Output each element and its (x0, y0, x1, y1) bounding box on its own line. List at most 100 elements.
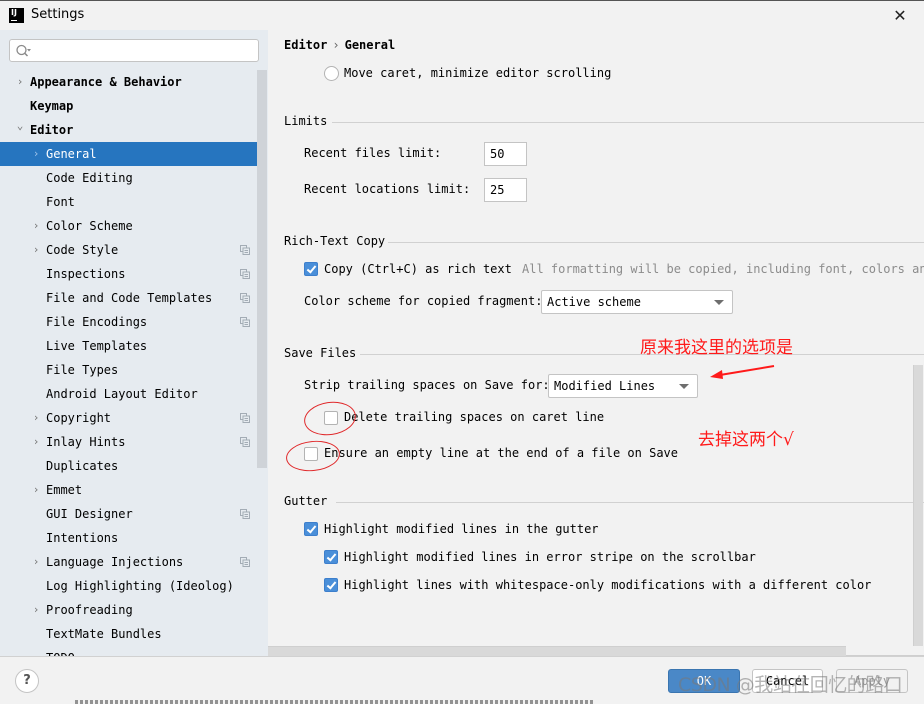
sidebar-item-log-highlighting-ideolog[interactable]: Log Highlighting (Ideolog) (0, 574, 268, 598)
search-input[interactable] (36, 42, 254, 59)
chevron-right-icon[interactable]: › (14, 70, 26, 94)
sidebar-item-label: GUI Designer (46, 507, 133, 521)
sidebar-item-todo[interactable]: TODO (0, 646, 268, 656)
sidebar-item-file-and-code-templates[interactable]: File and Code Templates (0, 286, 268, 310)
sidebar-item-gui-designer[interactable]: GUI Designer (0, 502, 268, 526)
chevron-right-icon[interactable]: › (30, 550, 42, 574)
chevron-right-icon[interactable]: › (30, 214, 42, 238)
sidebar-item-general[interactable]: › General (0, 142, 268, 166)
search-field[interactable] (9, 39, 259, 62)
move-caret-label[interactable]: Move caret, minimize editor scrolling (344, 66, 611, 80)
sidebar-item-label: Copyright (46, 411, 112, 425)
help-button[interactable]: ? (15, 669, 39, 693)
sidebar-item-label: Code Style (46, 243, 119, 257)
breadcrumb: Editor › General (284, 38, 395, 52)
sidebar-item-label: Inspections (46, 267, 126, 281)
chevron-down-icon[interactable]: ⌄ (14, 114, 26, 138)
project-level-settings-icon (240, 269, 250, 279)
sidebar-item-label: Proofreading (46, 603, 133, 617)
breadcrumb-separator-icon: › (332, 38, 340, 52)
sidebar-item-emmet[interactable]: › Emmet (0, 478, 268, 502)
chevron-right-icon[interactable]: › (30, 478, 42, 502)
chevron-down-icon (714, 300, 724, 305)
recent-locations-input[interactable]: 25 (484, 178, 527, 202)
copy-rich-text-checkbox[interactable] (304, 262, 318, 276)
content-horizontal-scrollbar-thumb[interactable] (268, 646, 846, 656)
color-scheme-dropdown[interactable]: Active scheme (541, 290, 733, 314)
sidebar-item-label: Font (46, 195, 75, 209)
highlight-stripe-label[interactable]: Highlight modified lines in error stripe… (344, 550, 756, 564)
sidebar-item-label: File Encodings (46, 315, 148, 329)
sidebar-item-label: Editor (30, 123, 74, 137)
search-icon (16, 44, 31, 57)
content-vertical-scrollbar[interactable] (913, 365, 923, 656)
project-level-settings-icon (240, 413, 250, 423)
chevron-right-icon[interactable]: › (30, 430, 42, 454)
project-level-settings-icon (240, 293, 250, 303)
sidebar-item-label: Android Layout Editor (46, 387, 198, 401)
chevron-right-icon[interactable]: › (30, 598, 42, 622)
sidebar-item-live-templates[interactable]: Live Templates (0, 334, 268, 358)
sidebar-item-keymap[interactable]: Keymap (0, 94, 268, 118)
sidebar-item-inlay-hints[interactable]: › Inlay Hints (0, 430, 268, 454)
sidebar-item-label: File and Code Templates (46, 291, 213, 305)
breadcrumb-parent[interactable]: Editor (284, 38, 327, 52)
sidebar-item-label: General (46, 147, 97, 161)
highlight-whitespace-checkbox[interactable] (324, 578, 338, 592)
close-icon: ✕ (893, 6, 907, 25)
sidebar-item-label: Log Highlighting (Ideolog) (46, 579, 234, 593)
watermark: CSDN @我站在回忆的路口 (678, 674, 903, 696)
highlight-gutter-checkbox[interactable] (304, 522, 318, 536)
recent-locations-label: Recent locations limit: (304, 182, 471, 196)
gutter-section-title: Gutter (284, 494, 328, 508)
sidebar-item-file-encodings[interactable]: File Encodings (0, 310, 268, 334)
highlight-whitespace-label[interactable]: Highlight lines with whitespace-only mod… (344, 578, 871, 592)
sidebar-item-label: Keymap (30, 99, 74, 113)
project-level-settings-icon (240, 437, 250, 447)
delete-trailing-label[interactable]: Delete trailing spaces on caret line (344, 410, 604, 424)
sidebar-item-android-layout-editor[interactable]: Android Layout Editor (0, 382, 268, 406)
chevron-right-icon[interactable]: › (30, 142, 42, 166)
sidebar-item-font[interactable]: Font (0, 190, 268, 214)
sidebar-item-code-style[interactable]: › Code Style (0, 238, 268, 262)
project-level-settings-icon (240, 245, 250, 255)
sidebar-item-file-types[interactable]: File Types (0, 358, 268, 382)
chevron-right-icon[interactable]: › (30, 238, 42, 262)
sidebar-item-copyright[interactable]: › Copyright (0, 406, 268, 430)
sidebar-item-color-scheme[interactable]: › Color Scheme (0, 214, 268, 238)
sidebar-item-label: Duplicates (46, 459, 119, 473)
sidebar-item-inspections[interactable]: Inspections (0, 262, 268, 286)
sidebar-item-label: Live Templates (46, 339, 148, 353)
ensure-newline-label[interactable]: Ensure an empty line at the end of a fil… (324, 446, 678, 460)
sidebar-item-duplicates[interactable]: Duplicates (0, 454, 268, 478)
copy-rich-text-label[interactable]: Copy (Ctrl+C) as rich text (324, 262, 512, 276)
annotation-arrow-icon (710, 365, 775, 379)
intellij-app-icon: IJ (9, 8, 24, 23)
project-level-settings-icon (240, 509, 250, 519)
close-button[interactable]: ✕ (888, 6, 912, 26)
annotation-uncheck-both: 去掉这两个√ (698, 430, 794, 450)
project-level-settings-icon (240, 557, 250, 567)
sidebar-scrollbar-thumb[interactable] (257, 70, 267, 468)
sidebar-item-textmate-bundles[interactable]: TextMate Bundles (0, 622, 268, 646)
recent-files-input[interactable]: 50 (484, 142, 527, 166)
sidebar-item-label: Appearance & Behavior (30, 75, 182, 89)
rich-text-divider (388, 242, 924, 243)
sidebar-item-language-injections[interactable]: › Language Injections (0, 550, 268, 574)
strip-trailing-dropdown[interactable]: Modified Lines (548, 374, 698, 398)
strip-trailing-label: Strip trailing spaces on Save for: (304, 378, 550, 392)
sidebar-item-editor[interactable]: ⌄ Editor (0, 118, 268, 142)
background-window-strip (75, 700, 595, 704)
highlight-stripe-checkbox[interactable] (324, 550, 338, 564)
color-scheme-label: Color scheme for copied fragment: (304, 294, 543, 308)
chevron-right-icon[interactable]: › (30, 406, 42, 430)
sidebar-item-code-editing[interactable]: Code Editing (0, 166, 268, 190)
sidebar-item-proofreading[interactable]: › Proofreading (0, 598, 268, 622)
sidebar-item-intentions[interactable]: Intentions (0, 526, 268, 550)
title-bar: IJ Settings ✕ (0, 0, 924, 30)
sidebar-item-appearance-behavior[interactable]: › Appearance & Behavior (0, 70, 268, 94)
move-caret-radio[interactable] (324, 66, 339, 81)
annotation-original-option: 原来我这里的选项是 (640, 338, 793, 358)
settings-content-panel: Editor › General Move caret, minimize edit… (268, 30, 924, 656)
highlight-gutter-label[interactable]: Highlight modified lines in the gutter (324, 522, 599, 536)
